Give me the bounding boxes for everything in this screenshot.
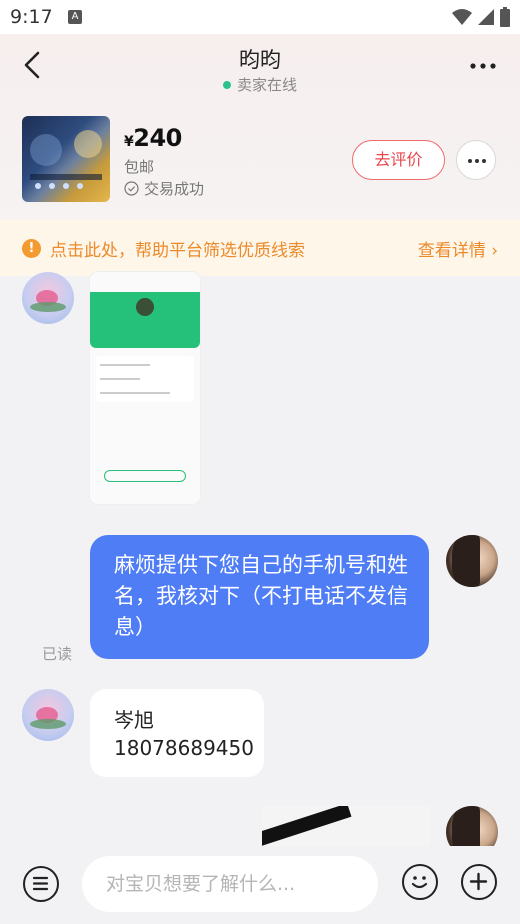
message-input[interactable] <box>82 856 378 912</box>
page-title: 昀昀 <box>239 48 281 72</box>
price-value: 240 <box>133 124 182 152</box>
list-menu-icon[interactable] <box>23 866 59 902</box>
seller-avatar[interactable] <box>22 689 74 741</box>
ellipsis-icon[interactable] <box>468 56 498 76</box>
smiley-icon[interactable] <box>402 864 438 900</box>
my-avatar[interactable] <box>446 535 498 587</box>
shipping-label: 包邮 <box>124 158 155 176</box>
system-icons <box>452 7 510 27</box>
screenshot-avatar-image <box>136 298 154 316</box>
status-bar: 9:17 A <box>0 0 520 34</box>
ellipsis-icon <box>468 159 486 163</box>
product-price: ¥240 <box>124 124 182 152</box>
game-artwork-image <box>30 130 102 189</box>
message-phone-line: 18078689450 <box>114 736 254 760</box>
deal-status: 交易成功 <box>124 178 204 199</box>
seller-online-status: 卖家在线 <box>0 74 520 95</box>
deal-status-label: 交易成功 <box>144 180 205 198</box>
online-status-label: 卖家在线 <box>236 76 297 94</box>
seller-avatar[interactable] <box>22 272 74 324</box>
notice-bar[interactable]: ! 点击此处，帮助平台筛选优质线索 查看详情 › <box>0 220 520 276</box>
image-stripe <box>262 806 352 846</box>
plus-circle-icon[interactable] <box>461 864 497 900</box>
currency-symbol: ¥ <box>124 134 134 150</box>
outgoing-message-bubble[interactable]: 麻烦提供下您自己的手机号和姓名，我核对下（不打电话不发信息） <box>90 535 429 659</box>
warning-icon: ! <box>22 239 41 258</box>
message-name-line: 岑旭 <box>114 708 154 732</box>
rate-button[interactable]: 去评价 <box>352 140 445 180</box>
signal-icon <box>478 9 494 25</box>
view-details-link[interactable]: 查看详情 › <box>418 236 498 261</box>
screenshot-button-image <box>104 470 186 482</box>
online-dot-icon <box>222 81 231 89</box>
chat-header: 昀昀 卖家在线 ¥240 包邮 交易成功 去评价 <box>0 34 520 220</box>
battery-icon <box>500 7 510 27</box>
notification-a-icon: A <box>68 10 82 24</box>
read-status: 已读 <box>42 645 73 663</box>
incoming-message-bubble[interactable]: 岑旭 18078689450 <box>90 689 264 777</box>
input-bar <box>0 846 520 924</box>
image-message[interactable] <box>90 272 200 504</box>
status-time: 9:17 <box>10 6 53 28</box>
image-message[interactable] <box>262 806 430 846</box>
check-circle-icon <box>124 181 139 196</box>
notice-text: 点击此处，帮助平台筛选优质线索 <box>50 241 305 261</box>
product-more-button[interactable] <box>456 140 496 180</box>
product-thumbnail[interactable] <box>22 116 110 202</box>
wifi-icon <box>452 9 472 25</box>
